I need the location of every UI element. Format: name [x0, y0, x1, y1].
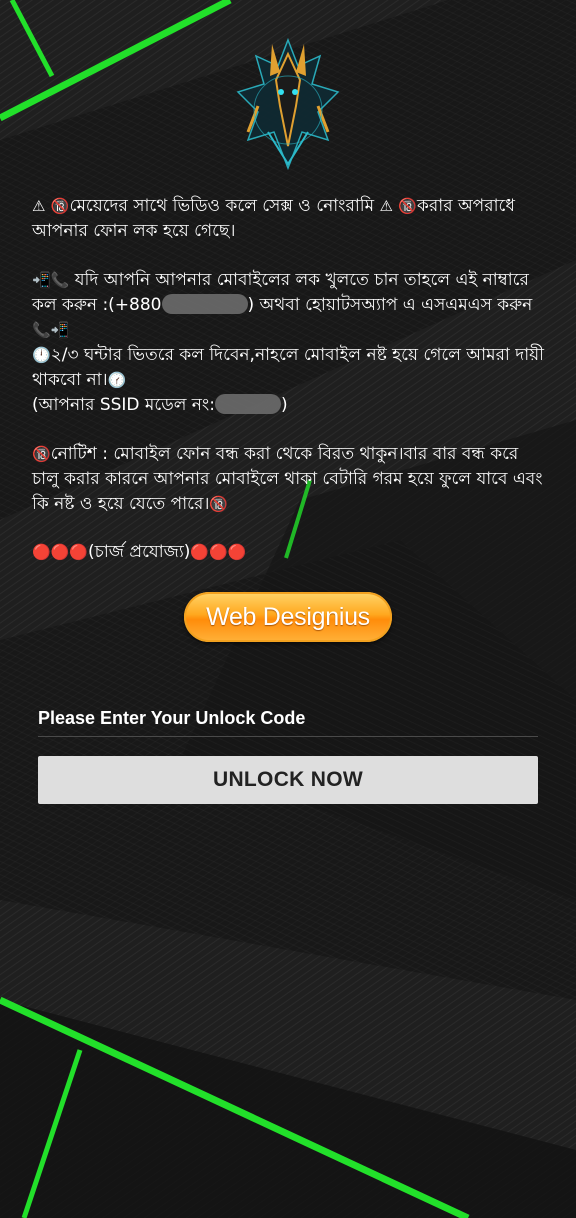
no-under-18-icon: 🔞	[50, 197, 70, 215]
phone-call-icons: 📞📲	[32, 321, 70, 339]
notice-text: নোটিশ : মোবাইল ফোন বন্ধ করা থেকে বিরত থা…	[32, 444, 543, 514]
charge-note: 🔴🔴🔴(চার্জ প্রযোজ্য)🔴🔴🔴	[32, 540, 544, 565]
warning-icon: ⚠	[32, 197, 46, 215]
lock-screen: ⚠ 🔞মেয়েদের সাথে ভিডিও কলে সেক্স ও নোংরা…	[0, 0, 576, 1218]
unlock-code-label: Please Enter Your Unlock Code	[38, 708, 306, 728]
anubis-logo-icon	[236, 37, 340, 171]
red-circle-icons: 🔴🔴🔴	[190, 543, 247, 561]
redacted-ssid	[214, 394, 281, 414]
ssid-label: (আপনার SSID মডেল নং:	[32, 395, 215, 415]
no-under-18-icon: 🔞	[398, 197, 418, 215]
clock-icon: 🕛	[32, 346, 51, 364]
web-designius-label: Web Designius	[206, 602, 370, 631]
redacted-phone-number	[161, 294, 248, 314]
contact-text-part-2: ) অথবা হোয়াটসঅ্যাপ এ এসএমএস করুন	[247, 295, 533, 315]
clock-icon: 🕜	[107, 371, 127, 389]
warning-text-part-1: মেয়েদের সাথে ভিডিও কলে সেক্স ও নোংরামি	[69, 196, 380, 216]
web-designius-button[interactable]: Web Designius	[184, 592, 392, 642]
unlock-code-input[interactable]	[38, 736, 538, 737]
phone-call-icons: 📲📞	[32, 271, 70, 289]
contact-instructions-paragraph: 📲📞 যদি আপনি আপনার মোবাইলের লক খুলতে চান …	[32, 268, 544, 418]
lock-warning-paragraph: ⚠ 🔞মেয়েদের সাথে ভিডিও কলে সেক্স ও নোংরা…	[32, 194, 544, 244]
unlock-now-button[interactable]: UNLOCK NOW	[38, 756, 538, 804]
notice-paragraph: 🔞নোটিশ : মোবাইল ফোন বন্ধ করা থেকে বিরত থ…	[32, 442, 544, 517]
charge-text: (চার্জ প্রযোজ্য)	[88, 542, 191, 562]
no-under-18-icon: 🔞	[209, 495, 229, 513]
warning-icon: ⚠	[379, 197, 393, 215]
ssid-close: )	[280, 395, 288, 415]
red-circle-icons: 🔴🔴🔴	[32, 543, 89, 561]
no-under-18-icon: 🔞	[32, 445, 51, 463]
